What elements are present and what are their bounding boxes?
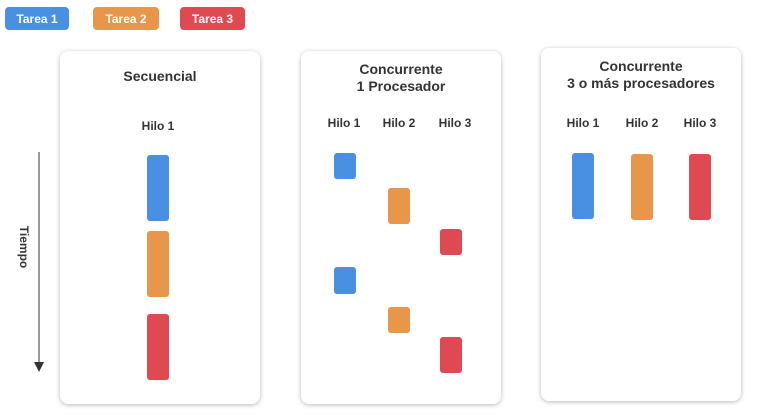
task-2-slice <box>388 307 410 333</box>
thread-label-hilo-3: Hilo 3 <box>683 116 717 130</box>
task-1-slice <box>334 153 356 179</box>
thread-label-hilo-1: Hilo 1 <box>327 116 361 130</box>
task-3-block <box>147 314 169 380</box>
legend-task-1: Tarea 1 <box>5 7 69 30</box>
thread-label-hilo-1: Hilo 1 <box>566 116 600 130</box>
time-axis-label: Tiempo <box>17 225 31 269</box>
task-2-block <box>631 154 653 220</box>
legend-task-2: Tarea 2 <box>93 7 159 30</box>
panel-concurrent-single: Concurrente 1 Procesador Hilo 1 Hilo 2 H… <box>301 51 501 404</box>
thread-label-hilo-1: Hilo 1 <box>141 119 175 133</box>
task-1-block <box>147 155 169 221</box>
task-2-block <box>147 231 169 297</box>
thread-label-hilo-2: Hilo 2 <box>382 116 416 130</box>
panel-concurrent-multi-title: Concurrente 3 o más procesadores <box>567 58 715 91</box>
legend-task-3: Tarea 3 <box>180 7 245 30</box>
legend-task-3-label: Tarea 3 <box>191 11 234 26</box>
panel-sequential-title: Secuencial <box>123 68 197 84</box>
thread-label-hilo-2: Hilo 2 <box>625 116 659 130</box>
legend-task-1-label: Tarea 1 <box>16 11 58 26</box>
task-1-slice <box>334 267 356 294</box>
panel-concurrent-multi: Concurrente 3 o más procesadores Hilo 1 … <box>541 48 741 401</box>
task-2-slice <box>388 188 410 224</box>
task-3-block <box>689 154 711 220</box>
task-1-block <box>572 153 594 219</box>
legend-task-2-label: Tarea 2 <box>105 11 147 26</box>
time-axis-arrow <box>34 152 44 372</box>
task-3-slice <box>440 337 462 373</box>
task-3-slice <box>440 229 462 255</box>
panel-concurrent-single-title: Concurrente 1 Procesador <box>356 61 446 94</box>
panel-sequential: Secuencial Hilo 1 <box>60 51 260 404</box>
thread-label-hilo-3: Hilo 3 <box>438 116 472 130</box>
